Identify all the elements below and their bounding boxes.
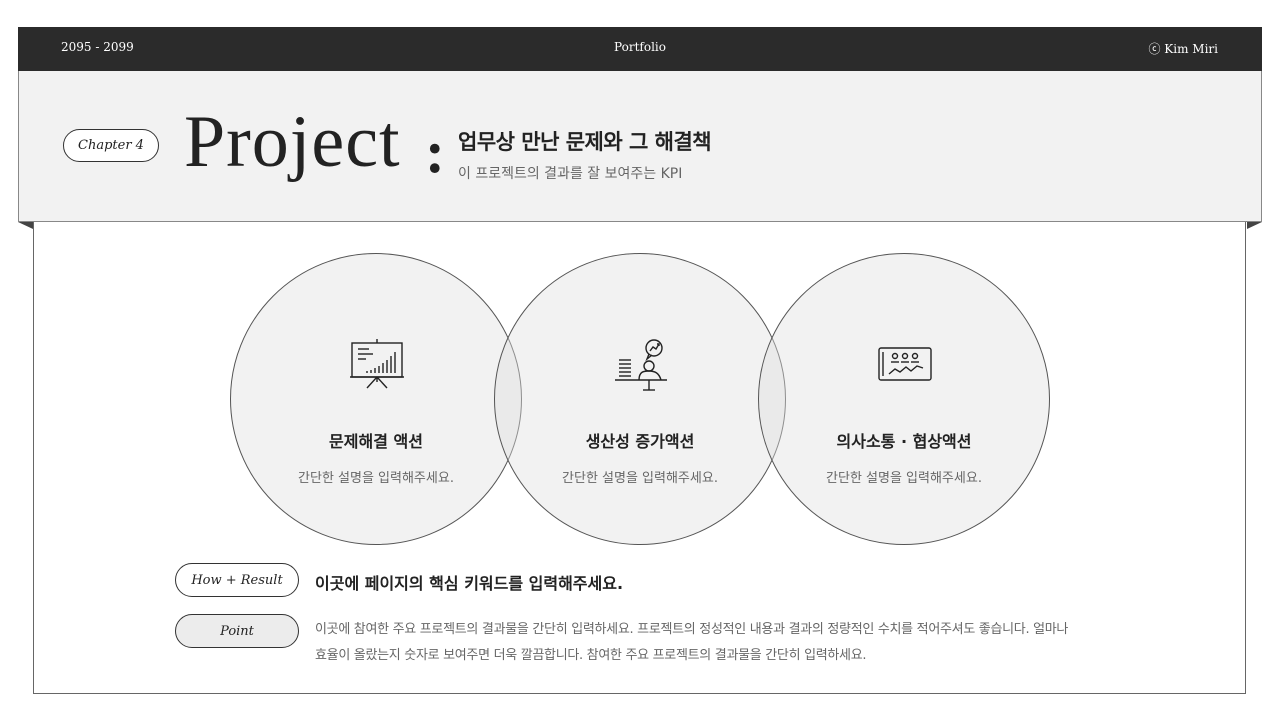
action-circle-communication: 의사소통 · 협상액션 간단한 설명을 입력해주세요. (758, 253, 1050, 545)
chapter-badge: Chapter 4 (63, 129, 159, 162)
portfolio-label: Portfolio (614, 40, 666, 54)
action-circle-problem-solving: 문제해결 액션 간단한 설명을 입력해주세요. (230, 253, 522, 545)
top-bar: 2095 - 2099 Portfolio ⓒ Kim Miri (18, 27, 1262, 71)
circle-description: 간단한 설명을 입력해주세요. (562, 471, 718, 486)
section-title: 업무상 만난 문제와 그 해결책 (458, 130, 712, 154)
circle-description: 간단한 설명을 입력해주세요. (298, 471, 454, 486)
presentation-board-icon (350, 339, 404, 389)
point-description: 이곳에 참여한 주요 프로젝트의 결과물을 간단히 입력하세요. 프로젝트의 정… (315, 622, 1069, 663)
team-chart-icon (878, 347, 932, 381)
point-badge: Point (175, 614, 299, 648)
circle-title: 생산성 증가액션 (585, 432, 695, 451)
person-desk-chat-icon (615, 339, 667, 391)
how-result-badge: How + Result (175, 563, 299, 597)
author-credit: ⓒ Kim Miri (1148, 42, 1218, 56)
ribbon-fold-left (18, 222, 33, 229)
action-circle-productivity: 생산성 증가액션 간단한 설명을 입력해주세요. (494, 253, 786, 545)
title-colon: : (425, 119, 445, 185)
page-title: Project (184, 101, 401, 183)
circle-title: 의사소통 · 협상액션 (836, 432, 972, 451)
circle-description: 간단한 설명을 입력해주세요. (826, 471, 982, 486)
section-subtitle: 이 프로젝트의 결과를 잘 보여주는 KPI (458, 166, 683, 182)
circle-title: 문제해결 액션 (329, 432, 423, 451)
ribbon-fold-right (1247, 222, 1262, 229)
key-keyword-text: 이곳에 페이지의 핵심 키워드를 입력해주세요. (315, 574, 624, 593)
